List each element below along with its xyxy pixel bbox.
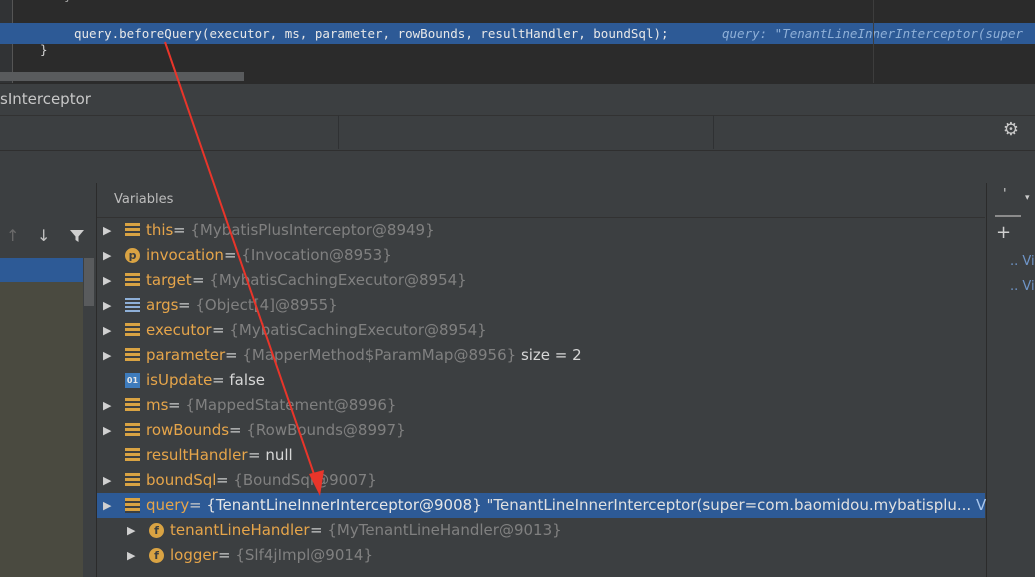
arrow-up-icon[interactable]: ↑ <box>6 226 19 245</box>
variable-value: = {MyTenantLineHandler@9013} <box>310 521 562 539</box>
editor-horizontal-scrollbar[interactable] <box>0 72 244 81</box>
primitive-icon: 01 <box>125 373 140 388</box>
variables-title: Variables <box>114 192 174 207</box>
final-field-icon: f <box>149 523 164 538</box>
variable-name: this <box>146 221 174 239</box>
variable-value: = {Object[4]@8955} <box>178 296 338 314</box>
variable-value: = {BoundSql@9007} <box>216 471 377 489</box>
code-brace-close: } <box>40 42 48 57</box>
gear-icon[interactable]: ⚙ <box>1000 119 1022 141</box>
variable-name: boundSql <box>146 471 217 489</box>
variable-row-target[interactable]: ▶ target = {MybatisCachingExecutor@8954} <box>97 268 985 293</box>
field-icon <box>125 423 140 438</box>
expand-arrow-icon[interactable]: ▶ <box>103 243 115 268</box>
expand-arrow-icon[interactable]: ▶ <box>103 268 115 293</box>
watches-tab[interactable]: ' <box>995 183 1021 217</box>
variable-value: = {TenantLineInnerInterceptor@9008} "Ten… <box>189 493 1012 518</box>
variable-row-parameter[interactable]: ▶ parameter = {MapperMethod$ParamMap@8956… <box>97 343 985 368</box>
variable-name: resultHandler <box>146 446 248 464</box>
add-watch-button[interactable]: + <box>996 222 1011 243</box>
expand-arrow-icon[interactable]: ▶ <box>103 318 115 343</box>
variable-row-resultHandler[interactable]: resultHandler = null <box>97 443 985 468</box>
debug-session-title[interactable]: sInterceptor <box>0 90 91 108</box>
variable-value: = false <box>212 371 266 389</box>
variable-value: = {MybatisCachingExecutor@8954} <box>192 271 467 289</box>
variable-name: isUpdate <box>146 371 213 389</box>
variable-row-isUpdate[interactable]: 01 isUpdate = false <box>97 368 985 393</box>
variable-value: = {RowBounds@8997} <box>229 421 406 439</box>
selected-frame[interactable] <box>0 258 83 282</box>
variable-name: ms <box>146 396 169 414</box>
debug-title-bar <box>0 83 1035 116</box>
expand-arrow-icon[interactable]: ▶ <box>103 418 115 443</box>
expand-arrow-icon[interactable]: ▶ <box>127 518 139 543</box>
variable-name: logger <box>170 546 218 564</box>
field-icon <box>125 273 140 288</box>
expand-arrow-icon[interactable]: ▶ <box>103 393 115 418</box>
final-field-icon: f <box>149 548 164 563</box>
variable-row-invocation[interactable]: ▶ p invocation = {Invocation@8953} <box>97 243 985 268</box>
expand-arrow-icon[interactable]: ▶ <box>103 218 115 243</box>
expand-arrow-icon[interactable]: ▶ <box>103 468 115 493</box>
variable-row-args[interactable]: ▶ args = {Object[4]@8955} <box>97 293 985 318</box>
variable-value: = {MybatisPlusInterceptor@8949} <box>173 221 435 239</box>
variable-name: tenantLineHandler <box>170 521 310 539</box>
variable-name: target <box>146 271 192 289</box>
field-icon <box>125 498 140 513</box>
variable-name: rowBounds <box>146 421 230 439</box>
expand-arrow-icon[interactable]: ▶ <box>103 293 115 318</box>
filter-icon[interactable] <box>69 228 85 248</box>
variable-row-tenantLineHandler[interactable]: ▶ f tenantLineHandler = {MyTenantLineHandl… <box>97 518 985 543</box>
variable-value: = null <box>248 446 293 464</box>
code-brace-top: } <box>64 0 72 3</box>
arrow-down-icon[interactable]: ↓ <box>37 226 50 245</box>
variable-row-rowBounds[interactable]: ▶ rowBounds = {RowBounds@8997} <box>97 418 985 443</box>
variable-value: = {Invocation@8953} <box>224 246 392 264</box>
field-icon <box>125 223 140 238</box>
field-icon <box>125 398 140 413</box>
expand-arrow-icon[interactable]: ▶ <box>103 343 115 368</box>
toolbar-separator <box>338 115 339 149</box>
variable-value: = {Slf4jImpl@9014} <box>218 546 374 564</box>
watch-item[interactable]: .. Vi <box>1010 279 1035 294</box>
watch-item[interactable]: .. Vi <box>1010 254 1035 269</box>
variable-name: parameter <box>146 346 226 364</box>
variable-value: = {MapperMethod$ParamMap@8956} size = 2 <box>225 346 582 364</box>
variable-row-query[interactable]: ▶ query = {TenantLineInnerInterceptor@900… <box>97 493 1012 518</box>
parameter-icon: p <box>125 248 140 263</box>
variable-value: = {MybatisCachingExecutor@8954} <box>212 321 487 339</box>
code-line-current[interactable]: query.beforeQuery(executor, ms, paramete… <box>74 26 669 41</box>
variable-row-boundSql[interactable]: ▶ boundSql = {BoundSql@9007} <box>97 468 985 493</box>
variable-row-executor[interactable]: ▶ executor = {MybatisCachingExecutor@8954… <box>97 318 985 343</box>
frames-list[interactable] <box>0 282 83 577</box>
debug-toolbar <box>0 115 1035 151</box>
variable-name: args <box>146 296 179 314</box>
field-icon <box>125 323 140 338</box>
variable-row-this[interactable]: ▶ this = {MybatisPlusInterceptor@8949} <box>97 218 985 243</box>
chevron-down-icon[interactable]: ▾ <box>1025 193 1030 203</box>
expand-arrow-icon[interactable]: ▶ <box>127 543 139 568</box>
variable-name: executor <box>146 321 212 339</box>
variable-value: = {MappedStatement@8996} <box>168 396 397 414</box>
variable-row-logger[interactable]: ▶ f logger = {Slf4jImpl@9014} <box>97 543 985 568</box>
field-icon <box>125 473 140 488</box>
field-icon <box>125 348 140 363</box>
field-icon <box>125 448 140 463</box>
toolbar-separator <box>713 115 714 149</box>
variable-name: query <box>146 496 190 514</box>
variables-header <box>97 183 985 218</box>
variable-row-ms[interactable]: ▶ ms = {MappedStatement@8996} <box>97 393 985 418</box>
array-icon <box>125 298 140 313</box>
expand-arrow-icon[interactable]: ▶ <box>103 493 115 518</box>
variable-name: invocation <box>146 246 224 264</box>
watches-tab-label: ' <box>1003 187 1007 202</box>
frames-scrollbar[interactable] <box>84 258 94 306</box>
editor-right-margin <box>873 0 874 83</box>
